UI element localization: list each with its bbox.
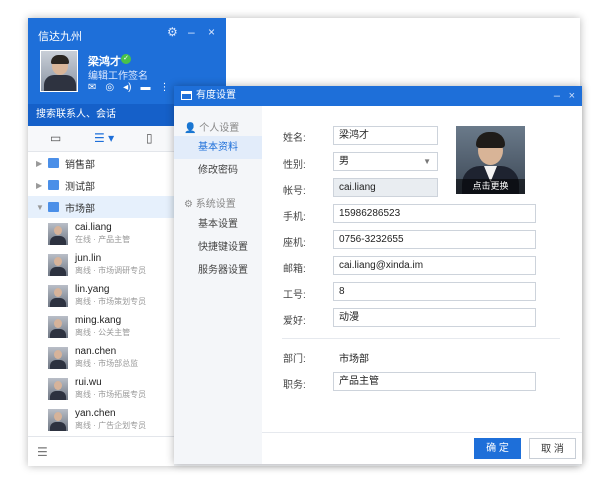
dialog-footer: 确 定 取 消 bbox=[262, 432, 582, 464]
nav-item-basic-settings[interactable]: 基本设置 bbox=[174, 213, 262, 236]
landline-field[interactable]: 0756-3232655 bbox=[333, 230, 536, 249]
folder-icon bbox=[48, 180, 59, 190]
mail-icon[interactable]: ✉ bbox=[88, 82, 96, 93]
phone-field[interactable]: 15986286523 bbox=[333, 204, 536, 223]
org-tree-tab-icon[interactable]: ☰ ▾ bbox=[94, 131, 114, 145]
hobby-label: 爱好: bbox=[283, 316, 306, 327]
gender-label: 性别: bbox=[283, 160, 306, 171]
name-label: 姓名: bbox=[283, 133, 306, 144]
chat-tab-icon[interactable]: ▭ bbox=[50, 131, 61, 145]
contact-status: 离线 · 市场拓展专员 bbox=[75, 390, 147, 399]
contact-status: 在线 · 产品主管 bbox=[75, 235, 131, 244]
account-field: cai.liang bbox=[333, 178, 438, 197]
contact-status: 离线 · 市场调研专员 bbox=[75, 266, 147, 275]
minimize-button[interactable]: – bbox=[188, 25, 195, 39]
avatar bbox=[48, 346, 68, 369]
nav-section-personal: 👤 个人设置 bbox=[184, 123, 240, 134]
ok-button[interactable]: 确 定 bbox=[474, 438, 521, 459]
menu-icon[interactable]: ☰ bbox=[37, 445, 48, 459]
avatar bbox=[48, 377, 68, 400]
nav-item-server-settings[interactable]: 服务器设置 bbox=[174, 259, 262, 282]
more-icon[interactable]: ⋮ bbox=[159, 82, 169, 93]
group-label: 测试部 bbox=[65, 181, 95, 193]
folder-icon bbox=[48, 158, 59, 168]
sidebar-footer: ☰ bbox=[28, 436, 174, 466]
chevron-down-icon: ▼ bbox=[423, 157, 431, 166]
close-button[interactable]: × bbox=[208, 25, 215, 39]
profile-form: 姓名: 梁鸿才 性别: 男 ▼ 帐号: cai.liang 点击更换 手机: 1… bbox=[262, 106, 582, 436]
avatar bbox=[48, 284, 68, 307]
employee-id-label: 工号: bbox=[283, 290, 306, 301]
nav-item-basic-info[interactable]: 基本资料 bbox=[174, 136, 262, 159]
email-field[interactable]: cai.liang@xinda.im bbox=[333, 256, 536, 275]
change-photo-button[interactable]: 点击更换 bbox=[456, 179, 525, 194]
phone-label: 手机: bbox=[283, 212, 306, 223]
dialog-title: 有度设置 bbox=[196, 90, 236, 101]
settings-nav: 👤 个人设置 基本资料 修改密码 ⚙ 系统设置 基本设置 快捷键设置 服务器设置 bbox=[174, 106, 262, 464]
account-label: 帐号: bbox=[283, 186, 306, 197]
contact-status: 离线 · 市场部总监 bbox=[75, 359, 139, 368]
contact-name: nan.chen bbox=[75, 346, 117, 357]
gear-icon: ⚙ bbox=[184, 199, 193, 210]
group-label: 市场部 bbox=[65, 203, 95, 215]
contact-name: jun.lin bbox=[75, 253, 102, 264]
signature-field[interactable]: 编辑工作签名 bbox=[88, 67, 148, 82]
group-tab-icon[interactable]: ▯ bbox=[146, 131, 153, 145]
settings-icon[interactable]: ⚙ bbox=[167, 25, 178, 39]
avatar bbox=[48, 253, 68, 276]
sound-icon[interactable]: ◂) bbox=[123, 82, 131, 93]
group-label: 销售部 bbox=[65, 159, 95, 171]
email-label: 邮箱: bbox=[283, 264, 306, 275]
dialog-titlebar: 有度设置 – × bbox=[174, 86, 582, 106]
contact-name: yan.chen bbox=[75, 408, 116, 419]
gender-select[interactable]: 男 ▼ bbox=[333, 152, 438, 171]
department-value: 市场部 bbox=[339, 354, 369, 365]
folder-icon bbox=[48, 202, 59, 212]
contact-name: cai.liang bbox=[75, 222, 112, 233]
window-icon bbox=[181, 91, 192, 100]
contact-status: 离线 · 市场策划专员 bbox=[75, 297, 147, 306]
avatar bbox=[48, 222, 68, 245]
contact-status: 离线 · 公关主管 bbox=[75, 328, 131, 337]
position-field[interactable]: 产品主管 bbox=[333, 372, 536, 391]
landline-label: 座机: bbox=[283, 238, 306, 249]
department-label: 部门: bbox=[283, 354, 306, 365]
contact-name: rui.wu bbox=[75, 377, 102, 388]
avatar[interactable] bbox=[40, 50, 78, 92]
app-title: 信达九州 bbox=[38, 31, 82, 43]
chevron-down-icon: ▼ bbox=[36, 202, 44, 212]
chat-icon[interactable]: ▬ bbox=[140, 82, 150, 93]
contact-name: lin.yang bbox=[75, 284, 110, 295]
minimize-button[interactable]: – bbox=[554, 86, 560, 106]
user-icon: 👤 bbox=[184, 123, 197, 134]
nav-item-change-password[interactable]: 修改密码 bbox=[174, 159, 262, 182]
close-button[interactable]: × bbox=[569, 86, 575, 106]
contact-name: ming.kang bbox=[75, 315, 122, 326]
nav-item-shortcut-settings[interactable]: 快捷键设置 bbox=[174, 236, 262, 259]
chevron-right-icon: ▶ bbox=[36, 180, 43, 190]
employee-id-field[interactable]: 8 bbox=[333, 282, 536, 301]
bell-icon[interactable]: ◎ bbox=[105, 82, 114, 93]
name-field[interactable]: 梁鸿才 bbox=[333, 126, 438, 145]
profile-photo[interactable]: 点击更换 bbox=[456, 126, 525, 194]
cancel-button[interactable]: 取 消 bbox=[529, 438, 576, 459]
nav-section-system: ⚙ 系统设置 bbox=[184, 199, 236, 210]
chevron-right-icon: ▶ bbox=[36, 158, 43, 168]
online-status-icon: ✓ bbox=[121, 54, 131, 64]
position-label: 职务: bbox=[283, 380, 306, 391]
divider bbox=[282, 338, 560, 339]
avatar bbox=[48, 315, 68, 338]
avatar bbox=[48, 408, 68, 431]
contact-status: 离线 · 广告企划专员 bbox=[75, 421, 147, 430]
settings-dialog: 有度设置 – × 👤 个人设置 基本资料 修改密码 ⚙ 系统设置 基本设置 快捷… bbox=[174, 86, 582, 464]
hobby-field[interactable]: 动漫 bbox=[333, 308, 536, 327]
